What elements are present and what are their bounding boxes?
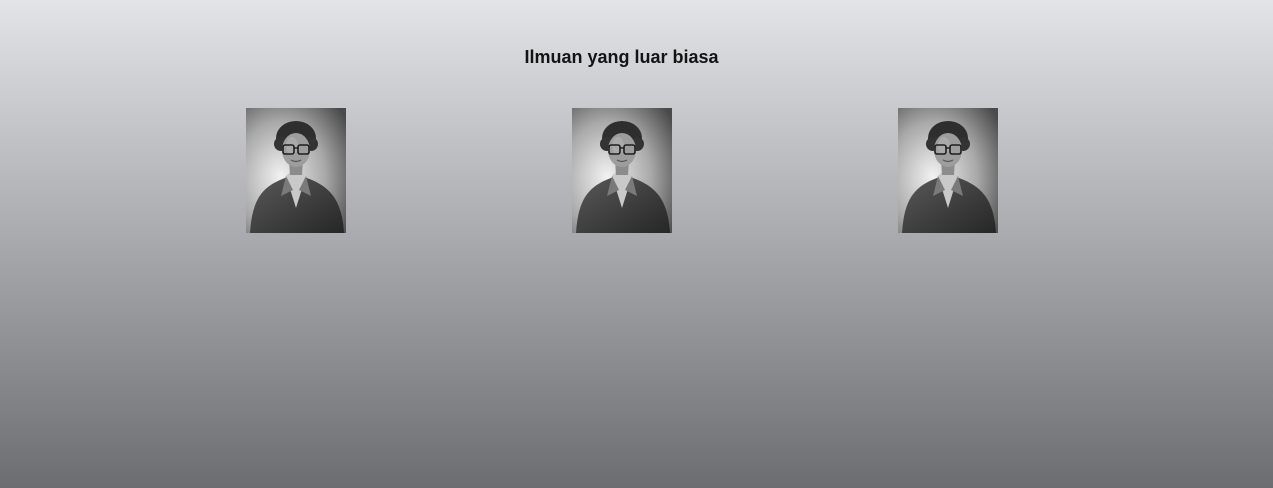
page-title: Ilmuan yang luar biasa — [524, 47, 719, 67]
scientist-portrait-image — [246, 108, 346, 233]
portrait-photo-icon — [898, 108, 998, 233]
scientist-portrait-image — [898, 108, 998, 233]
scientist-portrait-image — [572, 108, 672, 233]
portrait-photo-icon — [572, 108, 672, 233]
portrait-photo-icon — [246, 108, 346, 233]
